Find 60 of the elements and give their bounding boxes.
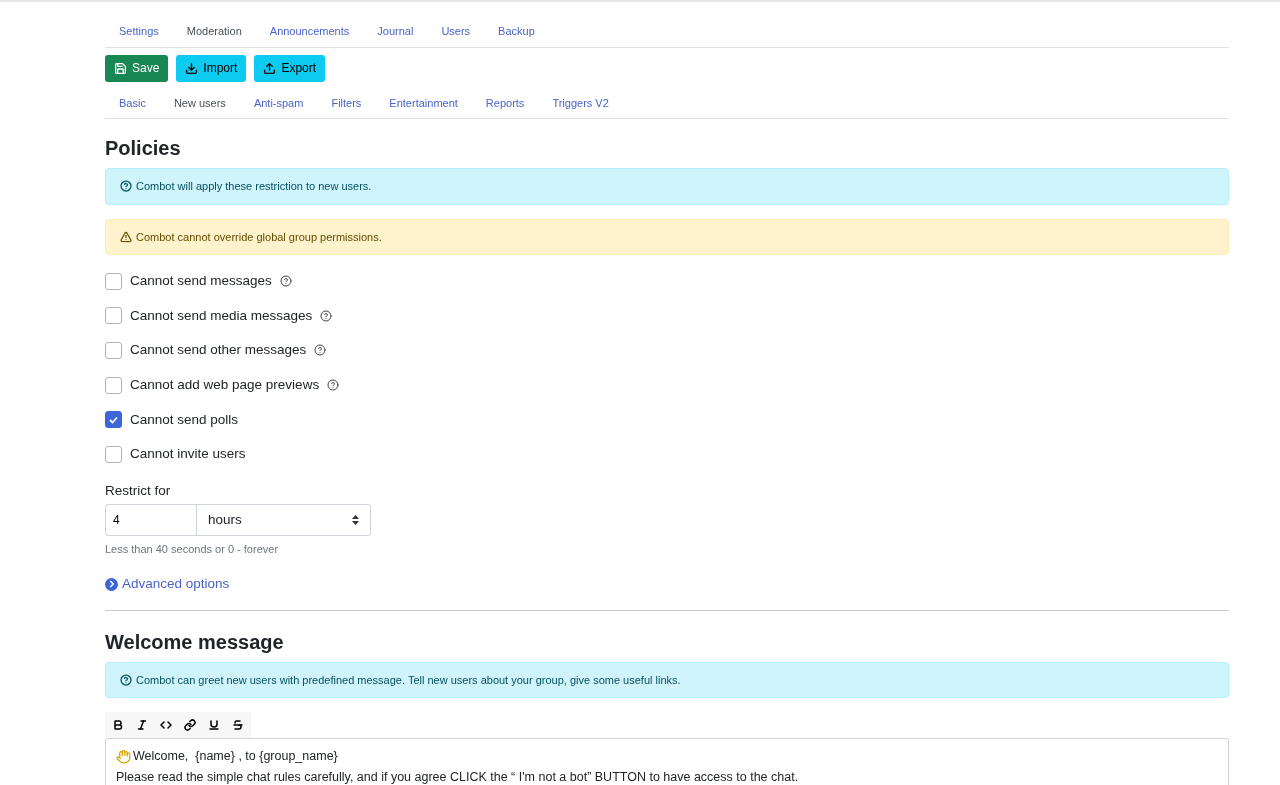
sub-tab[interactable]: Entertainment [375,87,472,118]
nav-tab[interactable]: Announcements [255,16,364,47]
sub-tab[interactable]: Triggers V2 [538,87,623,118]
download-icon [185,61,199,75]
help-icon [120,180,132,193]
underline-icon[interactable] [208,719,220,732]
checkbox-label: Cannot add web page previews [130,375,320,394]
editor-text-line: Please read the simple chat rules carefully, and if you agree CLICK the “ I'm not a bot” BUTTON to have access to the chat. [116,769,799,785]
hint-text: Less than 40 seconds or 0 - forever [105,541,279,557]
editor-text-line: Welcome, {name} , to {group_name} [133,748,338,766]
hand-icon [116,749,131,765]
warning-icon [120,230,132,243]
sub-tab[interactable]: Reports [471,87,539,118]
duration-input[interactable]: 4 [105,503,197,536]
help-icon [327,379,340,392]
field-label: Restrict for [105,481,171,500]
sub-tab[interactable]: Basic [105,87,160,118]
unit-select[interactable]: hours [197,503,371,536]
italic-icon[interactable] [136,719,148,732]
link-icon[interactable] [184,719,196,732]
section-heading: Policies [105,136,182,161]
checkbox[interactable] [105,307,122,325]
action-button[interactable]: Import [176,54,247,82]
help-icon [279,275,292,288]
upload-icon [263,61,277,75]
nav-tab[interactable]: Users [427,16,485,47]
checkbox-label: Cannot invite users [130,445,246,464]
action-button[interactable]: Export [254,54,326,82]
checkbox[interactable] [105,272,122,290]
sub-tab[interactable]: Anti-spam [239,87,318,118]
alert-text: Combot cannot override global group permissions. [136,229,382,245]
strikethrough-icon[interactable] [232,719,244,732]
nav-tab[interactable]: Settings [105,16,173,47]
help-icon [320,309,333,322]
action-button[interactable]: Save [105,54,169,82]
help-icon [120,673,132,686]
checkbox[interactable] [105,342,122,359]
code-icon[interactable] [160,719,172,732]
help-icon [314,344,327,357]
sub-tab[interactable]: Filters [317,87,376,118]
checkbox-label: Cannot send messages [130,272,272,291]
nav-tab[interactable]: Backup [484,16,549,47]
checkbox[interactable] [105,411,122,429]
checkbox[interactable] [105,445,122,463]
sort-caret-icon [352,514,359,525]
nav-tab[interactable]: Journal [363,16,428,47]
checkbox[interactable] [105,376,122,394]
floppy-icon [114,61,127,75]
sub-tab[interactable]: New users [159,87,240,118]
alert-text: Combot will apply these restriction to new users. [136,179,372,194]
checkmark-icon [109,415,118,424]
checkbox-label: Cannot send other messages [130,341,307,360]
message-editor[interactable]: Welcome, {name} , to {group_name} Please read the simple chat rules carefully, and if you agree CLICK the “ I'm not a bot” BUTTON to have access to the chat. [105,738,1229,785]
nav-tab[interactable]: Moderation [172,16,256,47]
alert-text: Combot can greet new users with predefined message. Tell new users about your group, give some useful links. [136,672,681,688]
checkbox-label: Cannot send media messages [130,306,313,325]
checkbox-label: Cannot send polls [130,410,239,429]
bold-icon[interactable] [112,719,124,732]
section-heading: Welcome message [105,629,285,655]
advanced-options-link[interactable]: Advanced options [105,574,230,595]
